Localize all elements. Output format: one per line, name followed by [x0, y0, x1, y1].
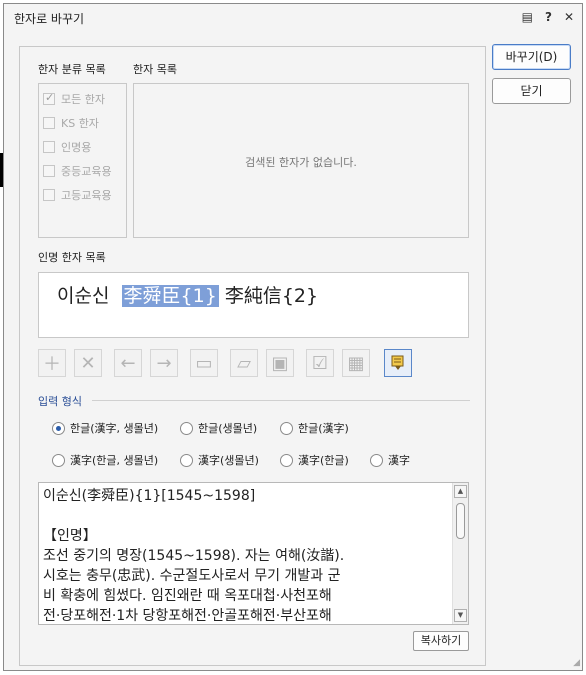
radio-label: 漢字(한글, 생몰년)	[70, 454, 159, 467]
radio-hanja-hangul-lifespan[interactable]: 漢字(한글, 생몰년)	[52, 452, 180, 468]
radio-hanja-hangul[interactable]: 漢字(한글)	[280, 452, 370, 468]
dialog-title: 한자로 바꾸기	[14, 12, 85, 26]
scroll-thumb[interactable]	[456, 503, 465, 539]
title-bar-icons: ▤ ? ✕	[522, 10, 574, 24]
category-item-label: 중등교육용	[61, 165, 112, 178]
delete-icon[interactable]: ✕	[74, 349, 102, 377]
checkbox[interactable]	[43, 141, 55, 153]
category-item-label: 모든 한자	[61, 93, 105, 106]
open-folder-icon[interactable]: ▱	[230, 349, 258, 377]
radio-label: 한글(漢字, 생몰년)	[70, 422, 159, 435]
radio-hangul-hanja-lifespan[interactable]: 한글(漢字, 생몰년)	[52, 420, 180, 436]
name-option[interactable]: 李純信{2}	[219, 285, 318, 307]
scroll-up-icon[interactable]: ▲	[454, 485, 467, 498]
radio-button[interactable]	[52, 421, 65, 435]
person-name-list[interactable]: 이순신 李舜臣{1} 李純信{2}	[38, 272, 469, 338]
check-list-icon[interactable]: ☑	[306, 349, 334, 377]
radio-button[interactable]	[52, 453, 65, 467]
radio-button[interactable]	[180, 453, 193, 467]
category-item-high-school[interactable]: 고등교육용	[43, 187, 112, 203]
checkbox[interactable]	[43, 189, 55, 201]
description-content: 이순신(李舜臣){1}[1545~1598] 【인명】 조선 중기의 명장(15…	[43, 486, 448, 624]
category-item-label: 고등교육용	[61, 189, 112, 202]
description-line: 조선 중기의 명장(1545~1598). 자는 여해(汝諧).	[43, 548, 345, 564]
hanja-list-label: 한자 목록	[133, 63, 177, 76]
grid-icon[interactable]: ▦	[342, 349, 370, 377]
description-line: 시호는 충무(忠武). 수군절도사로서 무기 개발과 군	[43, 568, 341, 584]
radio-button[interactable]	[180, 421, 193, 435]
checkbox[interactable]	[43, 165, 55, 177]
description-line: 【인명】	[43, 528, 97, 544]
scroll-down-icon[interactable]: ▼	[454, 609, 467, 622]
convert-button[interactable]: 바꾸기(D)	[492, 44, 571, 70]
move-left-icon[interactable]: ←	[114, 349, 142, 377]
add-icon[interactable]: ＋	[38, 349, 66, 377]
help-icon[interactable]: ?	[545, 10, 552, 24]
hanja-list-empty-message: 검색된 한자가 없습니다.	[245, 156, 357, 169]
category-list: 모든 한자 KS 한자 인명용 중등교육용 고등교육용	[38, 83, 127, 238]
move-right-icon[interactable]: →	[150, 349, 178, 377]
name-option-selected[interactable]: 李舜臣{1}	[121, 285, 219, 307]
category-item-ks[interactable]: KS 한자	[43, 115, 99, 131]
category-item-middle-school[interactable]: 중등교육용	[43, 163, 112, 179]
category-item-all[interactable]: 모든 한자	[43, 91, 105, 107]
category-list-label: 한자 분류 목록	[38, 63, 106, 76]
radio-label: 漢字	[388, 454, 410, 467]
vertical-scrollbar[interactable]: ▲ ▼	[452, 483, 468, 624]
input-format-row-1: 한글(漢字, 생몰년) 한글(생몰년) 한글(漢字)	[52, 420, 349, 436]
radio-label: 한글(漢字)	[298, 422, 349, 435]
radio-button[interactable]	[370, 453, 383, 467]
description-line: 이순신(李舜臣){1}[1545~1598]	[43, 488, 256, 504]
input-format-label: 입력 형식	[38, 395, 82, 408]
category-item-label: KS 한자	[61, 117, 99, 130]
category-item-person-name[interactable]: 인명용	[43, 139, 91, 155]
name-hangul: 이순신	[57, 285, 122, 307]
radio-label: 한글(생몰년)	[198, 422, 258, 435]
copy-button[interactable]: 복사하기	[413, 631, 469, 651]
close-icon[interactable]: ✕	[564, 10, 574, 24]
close-button[interactable]: 닫기	[492, 78, 571, 104]
radio-hangul-lifespan[interactable]: 한글(생몰년)	[180, 420, 280, 436]
resize-grip-icon[interactable]: ◢	[573, 658, 580, 668]
title-bar: 한자로 바꾸기 ▤ ? ✕	[4, 4, 582, 30]
input-format-row-2: 漢字(한글, 생몰년) 漢字(생몰년) 漢字(한글) 漢字	[52, 452, 410, 468]
save-icon[interactable]: ▣	[266, 349, 294, 377]
hanja-list[interactable]: 검색된 한자가 없습니다.	[133, 83, 469, 238]
description-line	[43, 506, 448, 526]
description-text-area[interactable]: 이순신(李舜臣){1}[1545~1598] 【인명】 조선 중기의 명장(15…	[38, 482, 469, 625]
checkbox[interactable]	[43, 117, 55, 129]
open-dictionary-icon[interactable]: ▭	[190, 349, 218, 377]
dictionary-down-icon[interactable]	[384, 349, 412, 377]
main-panel: 한자 분류 목록 모든 한자 KS 한자 인명용 중등교육용 고등교육용	[19, 46, 486, 666]
person-name-list-label: 인명 한자 목록	[38, 251, 106, 264]
description-line: 비 확충에 힘썼다. 임진왜란 때 옥포대첩·사천포해	[43, 588, 332, 604]
radio-label: 漢字(한글)	[298, 454, 349, 467]
radio-hanja-only[interactable]: 漢字	[370, 452, 410, 468]
category-item-label: 인명용	[61, 141, 92, 154]
radio-button[interactable]	[280, 453, 293, 467]
checkbox[interactable]	[43, 91, 55, 105]
radio-hanja-lifespan[interactable]: 漢字(생몰년)	[180, 452, 280, 468]
dictionary-down-glyph	[391, 355, 404, 370]
comment-icon[interactable]: ▤	[522, 10, 533, 24]
radio-label: 漢字(생몰년)	[198, 454, 259, 467]
radio-button[interactable]	[280, 421, 293, 435]
person-name-entries: 이순신 李舜臣{1} 李純信{2}	[57, 281, 318, 308]
section-divider	[92, 400, 470, 401]
hanja-conversion-dialog: 한자로 바꾸기 ▤ ? ✕ 바꾸기(D) 닫기 한자 분류 목록 모든 한자 K…	[3, 3, 583, 671]
description-line: 전·당포해전·1차 당항포해전·안골포해전·부산포해	[43, 608, 332, 624]
radio-hangul-hanja[interactable]: 한글(漢字)	[280, 420, 349, 436]
